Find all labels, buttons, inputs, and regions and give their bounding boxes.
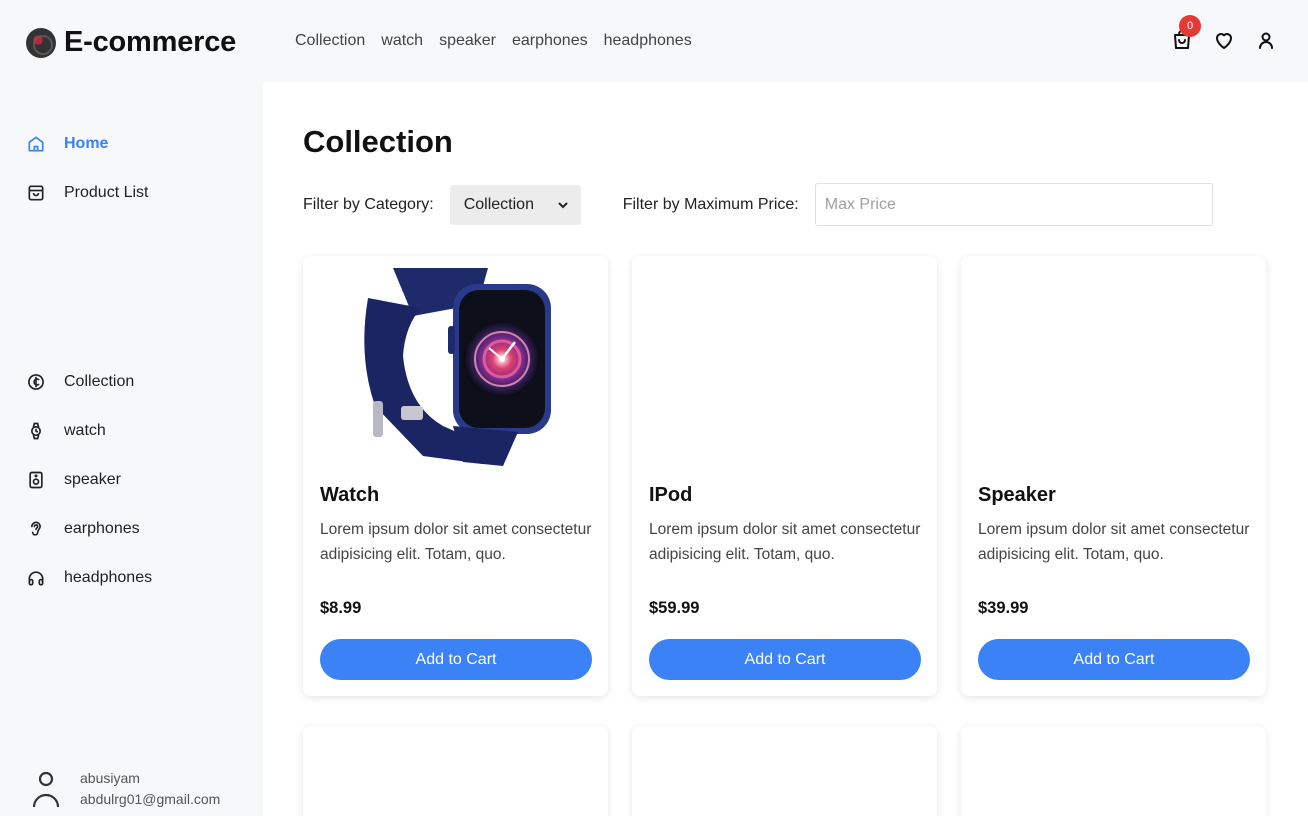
user-name: abusiyam: [80, 770, 140, 786]
cart-count-badge: 0: [1179, 15, 1201, 37]
sidebar-item-product-list[interactable]: Product List: [26, 183, 148, 203]
sidebar-item-label: earphones: [64, 520, 140, 537]
product-price: $59.99: [649, 599, 700, 617]
sidebar-item-home[interactable]: Home: [26, 134, 108, 154]
user-info: abusiyam abdulrg01@gmail.com: [80, 768, 220, 810]
topnav-headphones[interactable]: headphones: [604, 32, 692, 50]
add-to-cart-button[interactable]: Add to Cart: [978, 639, 1250, 680]
topnav-earphones[interactable]: earphones: [512, 32, 588, 50]
category-select[interactable]: Collection: [449, 184, 581, 225]
headphones-icon: [28, 571, 44, 586]
product-card: [303, 726, 608, 816]
product-name: IPod: [649, 484, 693, 506]
watch-icon: [31, 422, 41, 440]
product-image-speaker: [961, 256, 1266, 466]
cedi-coin-icon: [28, 374, 44, 390]
sidebar: Home Product List Collection watch speak…: [0, 82, 263, 816]
product-card: Speaker Lorem ipsum dolor sit amet conse…: [961, 256, 1266, 696]
product-image-ipod: [632, 256, 937, 466]
user-icon: [1259, 32, 1273, 49]
account-button[interactable]: [1254, 28, 1278, 52]
sidebar-item-label: headphones: [64, 569, 153, 586]
wishlist-button[interactable]: [1212, 28, 1236, 52]
add-to-cart-button[interactable]: Add to Cart: [320, 639, 592, 680]
sidebar-item-label: speaker: [64, 471, 121, 488]
sidebar-item-label: Product List: [64, 184, 149, 201]
sidebar-item-headphones[interactable]: headphones: [26, 568, 152, 588]
sidebar-item-label: watch: [64, 422, 106, 439]
category-select-value: Collection: [463, 195, 534, 213]
sidebar-item-label: Home: [64, 135, 109, 152]
product-description: Lorem ipsum dolor sit amet consectetur a…: [320, 521, 592, 563]
sidebar-item-speaker[interactable]: speaker: [26, 470, 121, 490]
product-description: Lorem ipsum dolor sit amet consectetur a…: [649, 521, 921, 563]
main-content: Collection Filter by Category: Collectio…: [263, 82, 1308, 816]
add-to-cart-button[interactable]: Add to Cart: [649, 639, 921, 680]
brand-logo-icon: [26, 27, 56, 58]
ear-icon: [31, 521, 42, 536]
top-header: E-commerce Collection watch speaker earp…: [0, 0, 1308, 82]
product-description: Lorem ipsum dolor sit amet consectetur a…: [978, 521, 1250, 563]
product-card: [961, 726, 1266, 816]
brand-title: E-commerce: [64, 26, 237, 58]
chevron-down-icon: [558, 202, 568, 208]
sidebar-item-collection[interactable]: Collection: [26, 372, 134, 392]
product-price: $8.99: [320, 599, 362, 617]
user-email: abdulrg01@gmail.com: [80, 791, 221, 807]
product-name: Speaker: [978, 484, 1056, 506]
header-actions: 0: [1170, 15, 1278, 52]
speaker-icon: [29, 471, 43, 489]
page-title: Collection: [303, 124, 453, 159]
brand[interactable]: E-commerce: [26, 26, 236, 59]
filter-bar: Filter by Category: Collection Filter by…: [303, 183, 1213, 226]
top-nav: Collection watch speaker earphones headp…: [295, 32, 692, 50]
price-filter-label: Filter by Maximum Price:: [622, 195, 799, 213]
topnav-watch[interactable]: watch: [381, 32, 423, 50]
user-profile[interactable]: abusiyam abdulrg01@gmail.com: [32, 768, 220, 810]
sidebar-item-label: Collection: [64, 373, 135, 390]
heart-icon: [1216, 33, 1232, 49]
topnav-speaker[interactable]: speaker: [439, 32, 496, 50]
max-price-input[interactable]: [814, 183, 1213, 226]
home-icon: [28, 136, 44, 152]
sidebar-item-watch[interactable]: watch: [26, 421, 106, 441]
shopping-bag-icon: [28, 185, 44, 201]
product-card: Watch Lorem ipsum dolor sit amet consect…: [303, 256, 608, 696]
product-image-watch: [364, 268, 551, 466]
product-price: $39.99: [978, 599, 1029, 617]
product-name: Watch: [320, 484, 380, 506]
category-filter-label: Filter by Category:: [303, 195, 434, 213]
sidebar-item-earphones[interactable]: earphones: [26, 519, 140, 539]
cart-button[interactable]: 0: [1170, 15, 1201, 52]
product-card: [632, 726, 937, 816]
product-card: IPod Lorem ipsum dolor sit amet consecte…: [632, 256, 937, 696]
topnav-collection[interactable]: Collection: [295, 32, 365, 50]
user-icon: [32, 771, 60, 808]
